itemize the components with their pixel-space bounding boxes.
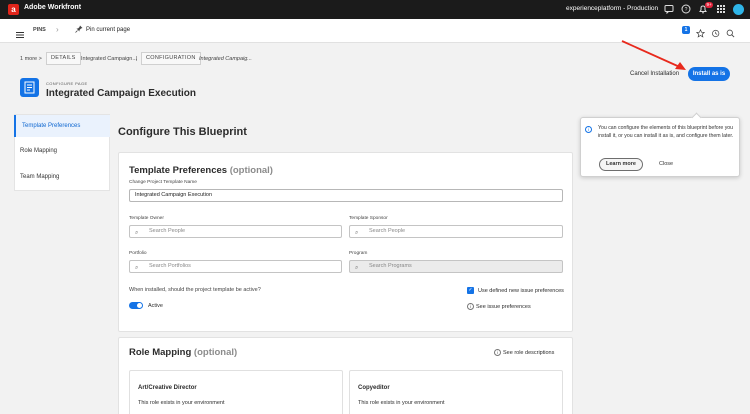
template-preferences-title: Template Preferences (optional) <box>129 165 273 176</box>
info-icon: i <box>585 126 592 133</box>
search-icon: ⌕ <box>135 230 139 236</box>
nav-item-role-mapping[interactable]: Role Mapping <box>14 140 110 162</box>
see-issue-prefs-link[interactable]: See issue preferences <box>476 304 531 310</box>
feedback-icon[interactable] <box>664 4 674 15</box>
adobe-logo-icon[interactable]: a <box>8 4 19 15</box>
breadcrumb-configuration[interactable]: CONFIGURATION <box>141 52 201 65</box>
portfolio-search[interactable]: ⌕ Search Portfolios <box>129 260 342 273</box>
user-avatar[interactable] <box>733 4 744 15</box>
counter-badge[interactable]: 1 <box>682 26 690 34</box>
template-sponsor-label: Template Sponsor <box>349 216 388 221</box>
search-icon[interactable] <box>726 25 735 43</box>
cancel-installation-button[interactable]: Cancel Installation <box>630 71 679 77</box>
template-owner-search[interactable]: ⌕ Search People <box>129 225 342 238</box>
learn-more-button[interactable]: Learn more <box>599 158 643 171</box>
nav-item-team-mapping[interactable]: Team Mapping <box>14 166 110 188</box>
role-mapping-title: Role Mapping (optional) <box>129 347 238 358</box>
pin-icon[interactable] <box>75 25 83 35</box>
role-status: This role exists in your environment <box>138 400 225 406</box>
page-eyebrow: CONFIGURE PAGE <box>46 81 88 86</box>
template-name-input[interactable]: Integrated Campaign Execution <box>129 189 563 202</box>
use-issue-prefs-checkbox[interactable]: ✓ <box>467 287 474 294</box>
role-card-art-director <box>129 370 343 414</box>
configure-title: Configure This Blueprint <box>118 126 247 138</box>
active-question: When installed, should the project templ… <box>129 287 261 293</box>
info-icon: i <box>494 349 501 356</box>
role-name: Art/Creative Director <box>138 385 197 391</box>
notification-count-badge: 9+ <box>705 2 714 8</box>
star-icon[interactable] <box>695 25 706 43</box>
pin-current-page-button[interactable]: Pin current page <box>86 27 130 33</box>
template-owner-label: Template Owner <box>129 216 164 221</box>
search-icon: ⌕ <box>355 265 359 271</box>
popover-text: You can configure the elements of this b… <box>598 125 734 139</box>
search-icon: ⌕ <box>135 265 139 271</box>
role-card-copyeditor <box>349 370 563 414</box>
see-role-descriptions-link[interactable]: See role descriptions <box>503 350 554 356</box>
role-status: This role exists in your environment <box>358 400 445 406</box>
info-icon: i <box>467 303 474 310</box>
app-title: Adobe Workfront <box>24 4 82 11</box>
template-sponsor-search[interactable]: ⌕ Search People <box>349 225 563 238</box>
role-name: Copyeditor <box>358 385 390 391</box>
page-title: Integrated Campaign Execution <box>46 88 197 99</box>
help-icon[interactable]: ? <box>681 4 691 14</box>
breadcrumb-more[interactable]: 1 more > <box>20 56 42 62</box>
program-search: ⌕ Search Programs <box>349 260 563 273</box>
chevron-right-icon: › <box>56 25 59 34</box>
history-icon[interactable] <box>711 25 720 43</box>
breadcrumb-details-value[interactable]: Integrated Campaign... <box>81 56 137 62</box>
svg-text:?: ? <box>685 7 688 13</box>
breadcrumb-separator: | <box>136 56 138 62</box>
install-as-is-button[interactable]: Install as is <box>688 67 730 81</box>
hamburger-menu-icon[interactable] <box>16 26 24 44</box>
close-popover-button[interactable]: Close <box>659 161 673 167</box>
program-label: Program <box>349 251 368 256</box>
breadcrumb-details[interactable]: DETAILS <box>46 52 81 65</box>
portfolio-label: Portfolio <box>129 251 147 256</box>
active-label: Active <box>148 303 163 309</box>
active-toggle[interactable] <box>129 302 143 309</box>
app-grid-icon[interactable] <box>716 4 726 14</box>
use-issue-prefs-label: Use defined new issue preferences <box>478 288 564 294</box>
change-name-label: Change Project Template Name <box>129 180 197 185</box>
blueprint-page-icon <box>20 78 39 97</box>
search-icon: ⌕ <box>355 230 359 236</box>
pins-label[interactable]: PINS <box>33 27 46 33</box>
instance-name: experienceplatform - Production <box>566 5 659 12</box>
nav-item-template-preferences[interactable]: Template Preferences <box>14 115 110 137</box>
breadcrumb-configuration-value: Integrated Campaig... <box>199 56 252 62</box>
